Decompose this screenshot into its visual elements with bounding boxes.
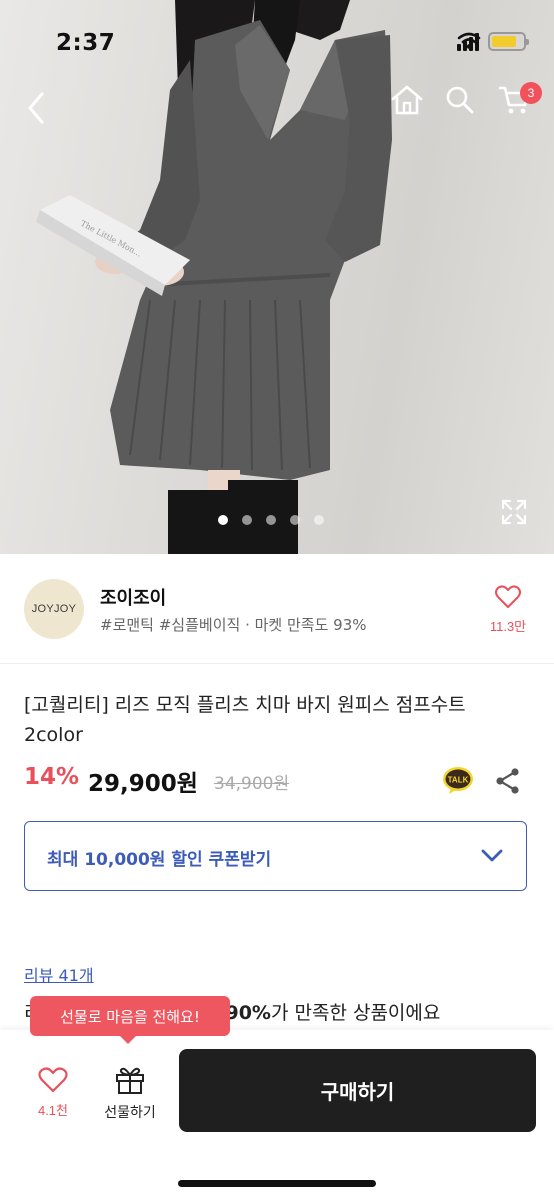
status-time: 2:37 xyxy=(56,30,116,56)
coupon-button[interactable]: 최대 10,000원 할인 쿠폰받기 xyxy=(24,821,527,891)
bottom-action-bar: 4.1천 선물하기 구매하기 xyxy=(0,1030,554,1200)
chevron-down-icon xyxy=(481,849,503,862)
product-image[interactable]: The Little Mon... 2:37 3 xyxy=(0,0,554,554)
seller-like-count: 11.3만 xyxy=(489,619,527,634)
battery-icon xyxy=(488,32,529,51)
pager-dot[interactable] xyxy=(266,515,276,525)
wish-count: 4.1천 xyxy=(37,1103,69,1118)
top-nav-actions: 3 xyxy=(390,82,542,128)
home-button[interactable] xyxy=(390,84,432,128)
kakao-talk-label: TALK xyxy=(448,776,469,785)
gift-label: 선물하기 xyxy=(104,1105,156,1121)
product-title: [고퀄리티] 리즈 모직 플리츠 치마 바지 원피스 점프수트 2color xyxy=(24,694,466,746)
gift-icon xyxy=(116,1067,144,1094)
heart-icon xyxy=(38,1067,68,1093)
price-row: 14% 29,900원 34,900원 TALK xyxy=(24,764,534,800)
pager-dot[interactable] xyxy=(290,515,300,525)
search-icon xyxy=(446,86,474,114)
seller-tags: #로맨틱 #심플베이직 · 마켓 만족도 93% xyxy=(100,616,367,634)
review-summary-suffix: 가 만족한 상품이에요 xyxy=(270,1002,441,1024)
expand-icon xyxy=(501,499,527,525)
home-indicator xyxy=(178,1180,376,1187)
heart-icon xyxy=(495,585,521,608)
status-icons xyxy=(457,32,529,51)
share-icon[interactable] xyxy=(494,766,522,796)
wish-button[interactable]: 4.1천 xyxy=(30,1066,76,1119)
pager-dot[interactable] xyxy=(314,515,324,525)
discount-rate: 14% xyxy=(24,764,80,790)
gift-button[interactable]: 선물하기 xyxy=(96,1066,164,1122)
expand-image-button[interactable] xyxy=(500,498,528,526)
home-icon xyxy=(391,85,423,115)
seller-like-button[interactable]: 11.3만 xyxy=(486,584,530,635)
pager-dot[interactable] xyxy=(242,515,252,525)
seller-name[interactable]: 조이조이 xyxy=(100,584,166,610)
review-satisfaction-rate: 90% xyxy=(225,1002,271,1024)
gift-tooltip[interactable]: 선물로 마음을 전해요! xyxy=(30,996,230,1044)
review-count-link[interactable]: 리뷰 41개 xyxy=(24,962,94,986)
seller-section[interactable]: JOYJOY 조이조이 #로맨틱 #심플베이직 · 마켓 만족도 93% 11.… xyxy=(0,554,554,664)
original-price: 34,900원 xyxy=(214,774,290,794)
seller-logo[interactable]: JOYJOY xyxy=(24,579,84,639)
pager-dot[interactable] xyxy=(218,515,228,525)
wifi-icon xyxy=(457,32,481,49)
search-button[interactable] xyxy=(444,84,486,128)
cart-badge: 3 xyxy=(520,82,542,104)
buy-button[interactable]: 구매하기 xyxy=(179,1049,536,1132)
back-button[interactable] xyxy=(18,86,58,130)
chevron-left-icon xyxy=(28,92,44,124)
image-pager xyxy=(218,515,324,525)
coupon-label: 최대 10,000원 할인 쿠폰받기 xyxy=(47,850,272,870)
sale-price: 29,900원 xyxy=(88,771,198,797)
kakao-talk-icon[interactable]: TALK xyxy=(442,766,474,796)
cart-button[interactable]: 3 xyxy=(498,82,542,128)
status-bar: 2:37 xyxy=(0,0,554,80)
